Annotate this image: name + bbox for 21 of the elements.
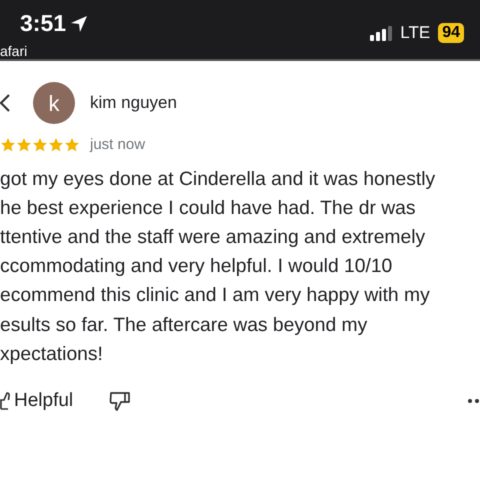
author-name: kim nguyen [90, 92, 177, 114]
review-text-line: esults so far. The aftercare was beyond my [0, 314, 368, 338]
thumbs-down-icon[interactable] [109, 390, 132, 412]
thumbs-up-icon [0, 392, 10, 410]
review-text-line: ccommodating and very helpful. I would 10/10 [0, 255, 394, 280]
avatar: k [33, 82, 75, 124]
review-text-line: xpectations! [0, 342, 104, 367]
back-icon[interactable] [0, 94, 10, 112]
review-text-line: got my eyes done at Cinderella and it was honestly [0, 168, 436, 192]
helpful-button[interactable]: Helpful [0, 386, 74, 416]
back-to-app-link[interactable]: afari [0, 39, 88, 58]
review-text-line: ttentive and the staff were amazing and extremely [0, 226, 426, 250]
more-options-icon[interactable] [468, 399, 480, 404]
review-text-line: he best experience I could have had. The dr was [0, 196, 417, 221]
network-type: LTE [400, 22, 430, 44]
review-text-line: ecommend this clinic and I am very happy with my [0, 284, 431, 308]
clock-time: 3:51 [20, 12, 66, 35]
battery-level: 94 [438, 23, 464, 43]
review-time: just now [90, 135, 146, 155]
signal-icon [370, 25, 392, 41]
location-arrow-icon [70, 14, 88, 32]
